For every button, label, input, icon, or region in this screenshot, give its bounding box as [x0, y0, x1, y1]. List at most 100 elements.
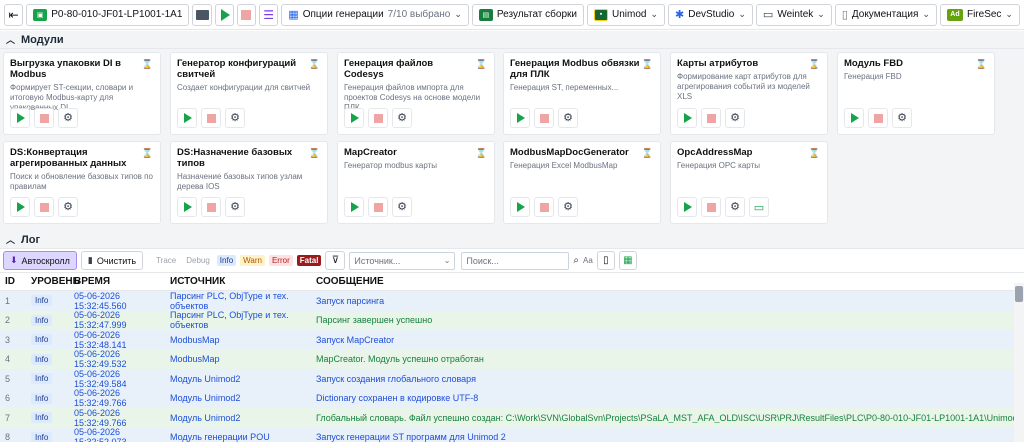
- module-stop-button[interactable]: [201, 108, 221, 128]
- module-run-button[interactable]: [344, 197, 364, 217]
- log-message: Запуск создания глобального словаря: [316, 373, 476, 384]
- module-settings-button[interactable]: ⚙: [392, 197, 412, 217]
- column-header-id[interactable]: ID: [0, 276, 28, 287]
- module-run-button[interactable]: [510, 108, 530, 128]
- firesec-dropdown[interactable]: Ad FireSec ⌄: [939, 3, 1020, 26]
- module-settings-button[interactable]: ⚙: [558, 108, 578, 128]
- hourglass-icon: ⌛: [808, 148, 820, 158]
- log-scrollbar-thumb[interactable]: [1015, 286, 1023, 302]
- log-row[interactable]: 1 Info 05-06-2026 15:32:45.560 Парсинг P…: [0, 291, 1024, 311]
- module-stop-button[interactable]: [701, 197, 721, 217]
- module-run-button[interactable]: [677, 197, 697, 217]
- log-toolbar: ⬇ Автоскролл ▮ Очистить Trace Debug Info…: [0, 249, 1024, 273]
- module-settings-button[interactable]: ⚙: [725, 197, 745, 217]
- clear-log-button[interactable]: ▮ Очистить: [80, 251, 144, 270]
- level-filter-fatal[interactable]: Fatal: [296, 255, 322, 266]
- module-settings-button[interactable]: ⚙: [58, 197, 78, 217]
- module-settings-button[interactable]: ⚙: [725, 108, 745, 128]
- log-row[interactable]: 5 Info 05-06-2026 15:32:49.584 Модуль Un…: [0, 369, 1024, 389]
- log-section-header[interactable]: ︿ Лог: [0, 231, 1024, 249]
- log-row[interactable]: 3 Info 05-06-2026 15:32:48.141 ModbusMap…: [0, 330, 1024, 350]
- level-filter-info[interactable]: Info: [216, 255, 237, 266]
- devstudio-dropdown[interactable]: ✱ DevStudio ⌄: [668, 3, 753, 26]
- autoscroll-toggle[interactable]: ⬇ Автоскролл: [3, 251, 77, 270]
- module-run-button[interactable]: [677, 108, 697, 128]
- unimod-dropdown[interactable]: ▪ Unimod ⌄: [586, 3, 665, 26]
- build-result-icon: ▤: [478, 8, 493, 21]
- build-result-button[interactable]: ▤ Результат сборки: [471, 3, 584, 26]
- column-header-message[interactable]: СООБЩЕНИЕ: [316, 276, 1024, 287]
- stop-icon: [706, 202, 716, 212]
- modules-grid: Выгрузка упаковки DI в Modbus Формирует …: [0, 49, 1024, 231]
- stop-icon: [539, 113, 549, 123]
- module-run-button[interactable]: [344, 108, 364, 128]
- modules-section-header[interactable]: ︿ Модули: [0, 31, 1024, 49]
- module-run-button[interactable]: [10, 197, 30, 217]
- module-stop-button[interactable]: [534, 197, 554, 217]
- monitor-icon: ▭: [762, 9, 774, 21]
- level-badge: Info: [31, 373, 53, 385]
- log-message: MapCreator. Модуль успешно отработан: [316, 354, 484, 365]
- module-stop-button[interactable]: [368, 197, 388, 217]
- match-case-toggle[interactable]: Aa: [583, 256, 593, 265]
- hourglass-icon: ⌛: [308, 148, 320, 158]
- module-settings-button[interactable]: ⚙: [58, 108, 78, 128]
- run-button[interactable]: [214, 3, 234, 26]
- stop-icon: [206, 113, 216, 123]
- open-folder-button[interactable]: [192, 3, 212, 26]
- gear-icon: ⚙: [730, 111, 740, 124]
- search-input[interactable]: Поиск...: [461, 251, 570, 270]
- module-run-button[interactable]: [177, 108, 197, 128]
- generation-options-dropdown[interactable]: ▦ Опции генерации 7/10 выбрано ⌄: [281, 3, 469, 26]
- documentation-dropdown[interactable]: ▯ Документация ⌄: [834, 3, 937, 26]
- clear-filter-button[interactable]: ⊽: [325, 251, 346, 270]
- module-card-view-button[interactable]: ▭: [749, 197, 769, 217]
- log-id: 6: [5, 393, 11, 404]
- checklist-icon: ☰: [263, 7, 275, 22]
- checklist-button[interactable]: ☰: [259, 3, 279, 26]
- module-stop-button[interactable]: [701, 108, 721, 128]
- level-filter-debug[interactable]: Debug: [183, 255, 213, 266]
- log-source: Парсинг PLC, ObjType и тех. объектов: [170, 310, 289, 331]
- log-row[interactable]: 8 Info 05-06-2026 15:32:52.073 Модуль ге…: [0, 427, 1024, 442]
- log-row[interactable]: 2 Info 05-06-2026 15:32:47.999 Парсинг P…: [0, 310, 1024, 331]
- weintek-dropdown[interactable]: ▭ Weintek ⌄: [755, 3, 832, 26]
- level-filter-error[interactable]: Error: [268, 255, 293, 266]
- export-text-button[interactable]: ▯: [596, 251, 615, 270]
- export-excel-button[interactable]: ▦: [618, 251, 637, 270]
- search-icon[interactable]: ⌕: [573, 255, 579, 266]
- module-settings-button[interactable]: ⚙: [392, 108, 412, 128]
- module-settings-button[interactable]: ⚙: [558, 197, 578, 217]
- module-run-button[interactable]: [10, 108, 30, 128]
- log-row[interactable]: 4 Info 05-06-2026 15:32:49.532 ModbusMap…: [0, 349, 1024, 369]
- column-header-level[interactable]: УРОВЕНЬ: [28, 276, 80, 287]
- module-stop-button[interactable]: [368, 108, 388, 128]
- module-stop-button[interactable]: [868, 108, 888, 128]
- module-title: Генерация файлов Codesys: [344, 58, 434, 80]
- module-stop-button[interactable]: [201, 197, 221, 217]
- log-id: 4: [5, 354, 11, 365]
- stop-button[interactable]: [236, 3, 257, 26]
- column-header-source[interactable]: ИСТОЧНИК: [170, 276, 316, 287]
- module-run-button[interactable]: [844, 108, 864, 128]
- module-stop-button[interactable]: [534, 108, 554, 128]
- module-settings-button[interactable]: ⚙: [225, 108, 245, 128]
- stop-icon: [39, 113, 49, 123]
- module-settings-button[interactable]: ⚙: [225, 197, 245, 217]
- collapse-sidebar-button[interactable]: ⇤: [4, 3, 24, 26]
- level-filter-warn[interactable]: Warn: [240, 255, 265, 266]
- chevron-down-icon: ⌄: [922, 9, 930, 19]
- log-row[interactable]: 7 Info 05-06-2026 15:32:49.766 Модуль Un…: [0, 408, 1024, 428]
- level-filter-trace[interactable]: Trace: [153, 255, 179, 266]
- module-run-button[interactable]: [177, 197, 197, 217]
- module-run-button[interactable]: [510, 197, 530, 217]
- project-selector[interactable]: ▣ P0-80-010-JF01-LP1001-1A1: [26, 3, 190, 26]
- module-stop-button[interactable]: [34, 197, 54, 217]
- module-stop-button[interactable]: [34, 108, 54, 128]
- module-settings-button[interactable]: ⚙: [892, 108, 912, 128]
- log-scrollbar[interactable]: [1014, 283, 1024, 442]
- source-filter-dropdown[interactable]: Источник... ⌄: [349, 251, 456, 270]
- log-row[interactable]: 6 Info 05-06-2026 15:32:49.766 Модуль Un…: [0, 388, 1024, 408]
- column-header-time[interactable]: ВРЕМЯ: [74, 276, 170, 287]
- level-badge: Info: [31, 431, 53, 442]
